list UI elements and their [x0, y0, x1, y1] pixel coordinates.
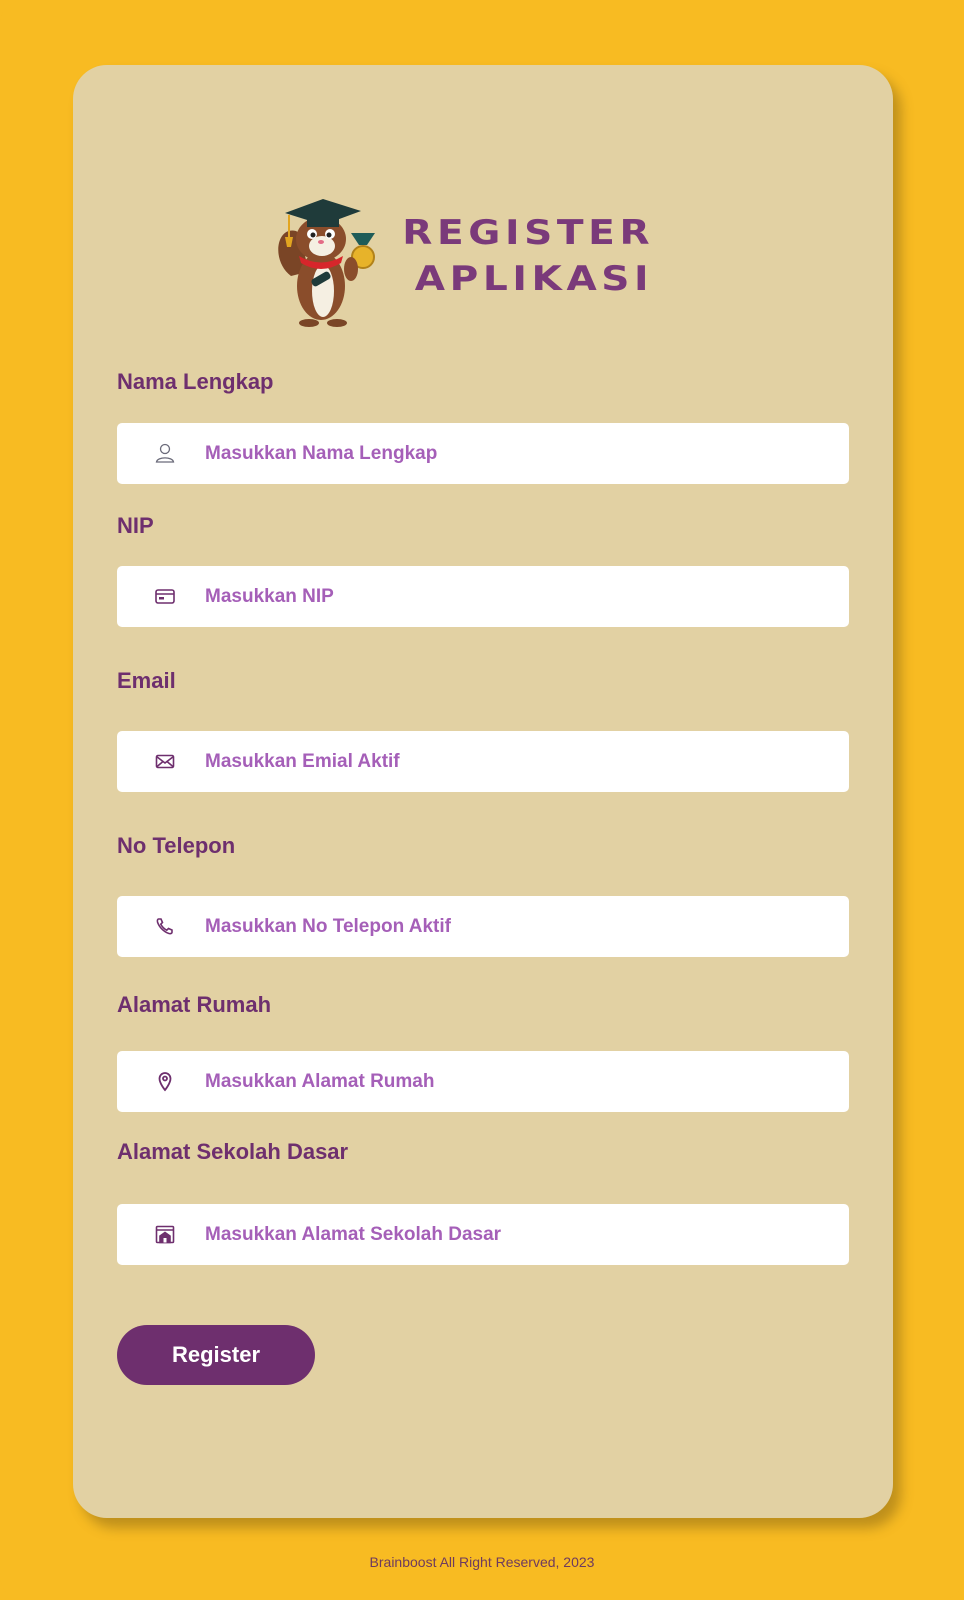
- location-pin-icon: [158, 1072, 172, 1092]
- register-button[interactable]: Register: [117, 1325, 315, 1385]
- alamat-sekolah-dasar-input[interactable]: [205, 1204, 825, 1265]
- no-telepon-input[interactable]: [205, 896, 825, 957]
- phone-icon: [156, 918, 173, 935]
- nama-lengkap-input[interactable]: [205, 423, 825, 484]
- alamat-rumah-field[interactable]: [117, 1051, 849, 1112]
- user-icon: [155, 443, 175, 463]
- envelope-icon: [155, 754, 175, 769]
- no-telepon-field[interactable]: [117, 896, 849, 957]
- label-no-telepon: No Telepon: [117, 833, 236, 858]
- app-screen: REGISTER APLIKASI Nama Lengkap NIP Email: [0, 0, 964, 1600]
- email-input[interactable]: [205, 731, 825, 792]
- id-card-icon: [155, 589, 175, 604]
- label-nip: NIP: [117, 513, 154, 538]
- label-alamat-sekolah-dasar: Alamat Sekolah Dasar: [117, 1139, 349, 1164]
- nama-lengkap-field[interactable]: [117, 423, 849, 484]
- app-title-line2: APLIKASI: [414, 259, 654, 299]
- email-field[interactable]: [117, 731, 849, 792]
- app-title: REGISTER APLIKASI: [373, 210, 684, 302]
- register-card: REGISTER APLIKASI Nama Lengkap NIP Email: [73, 65, 893, 1518]
- alamat-sekolah-dasar-field[interactable]: [117, 1204, 849, 1265]
- label-nama-lengkap: Nama Lengkap: [117, 369, 274, 394]
- label-email: Email: [117, 668, 176, 693]
- alamat-rumah-input[interactable]: [205, 1051, 825, 1112]
- nip-field[interactable]: [117, 566, 849, 627]
- label-alamat-rumah: Alamat Rumah: [117, 992, 272, 1017]
- school-building-icon: [155, 1225, 175, 1244]
- footer-copyright: Brainboost All Right Reserved, 2023: [369, 1554, 595, 1570]
- nip-input[interactable]: [205, 566, 825, 627]
- app-title-line1: REGISTER: [402, 213, 655, 253]
